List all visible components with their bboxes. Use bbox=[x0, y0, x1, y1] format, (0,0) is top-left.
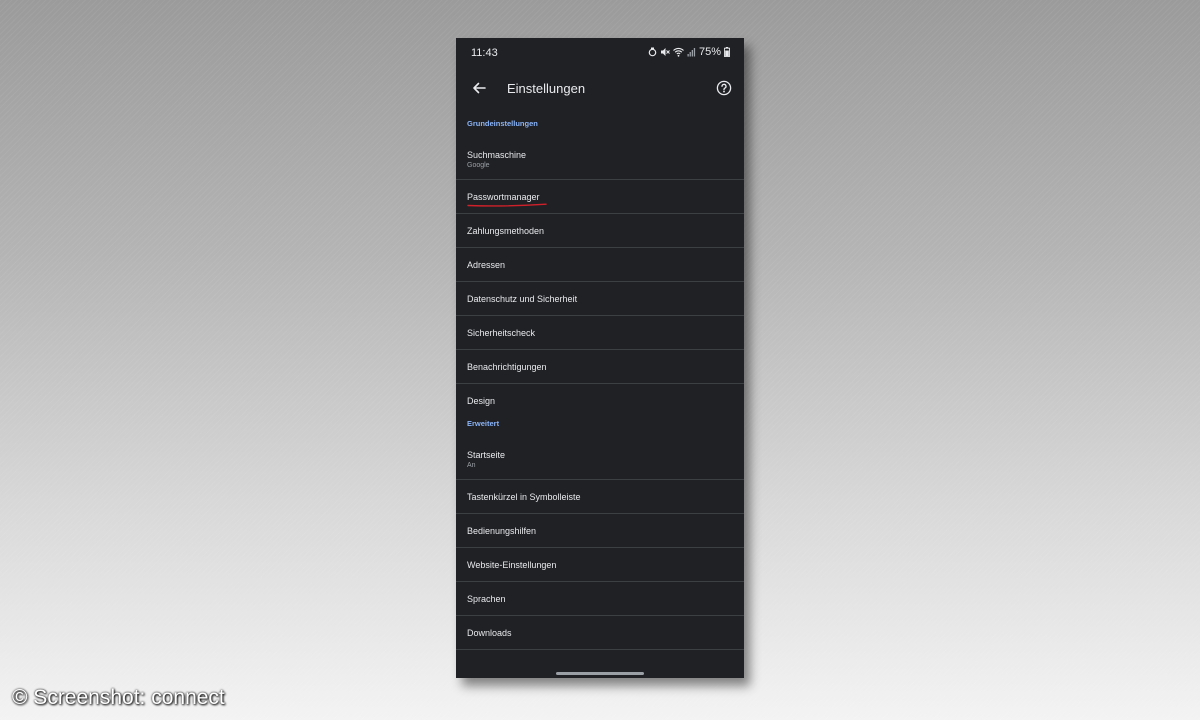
settings-item-benachrichtigungen[interactable]: Benachrichtigungen bbox=[456, 350, 744, 384]
phone-screen: 11:43 75% Einstellungen Grundeinstellung… bbox=[456, 38, 744, 678]
settings-item-label: Suchmaschine bbox=[467, 150, 527, 160]
signal-icon bbox=[687, 47, 696, 57]
settings-item-sicherheitscheck[interactable]: Sicherheitscheck bbox=[456, 316, 744, 350]
section-header-grundeinstellungen: Grundeinstellungen bbox=[467, 119, 538, 128]
settings-item-passwortmanager[interactable]: Passwortmanager bbox=[456, 180, 744, 214]
settings-item-bedienungshilfen[interactable]: Bedienungshilfen bbox=[456, 514, 744, 548]
status-bar: 11:43 75% bbox=[456, 38, 744, 68]
settings-item-sprachen[interactable]: Sprachen bbox=[456, 582, 744, 616]
settings-item-design[interactable]: Design bbox=[456, 384, 744, 418]
watermark: © Screenshot: connect bbox=[12, 686, 225, 709]
settings-item-label: Sicherheitscheck bbox=[467, 327, 536, 338]
page-title: Einstellungen bbox=[507, 81, 586, 96]
settings-item-value: Google bbox=[467, 162, 490, 169]
settings-item-datenschutz[interactable]: Datenschutz und Sicherheit bbox=[456, 282, 744, 316]
settings-item-label: Website-Einstellungen bbox=[467, 559, 557, 570]
settings-item-adressen[interactable]: Adressen bbox=[456, 248, 744, 282]
settings-item-label: Datenschutz und Sicherheit bbox=[467, 293, 578, 304]
alarm-icon bbox=[648, 47, 657, 57]
status-icons: 75% bbox=[648, 46, 730, 58]
section-header-erweitert: Erweitert bbox=[467, 419, 500, 428]
mute-icon bbox=[660, 47, 670, 57]
help-button[interactable] bbox=[712, 78, 736, 102]
settings-item-label: Tastenkürzel in Symbolleiste bbox=[467, 491, 581, 502]
settings-item-zahlungsmethoden[interactable]: Zahlungsmethoden bbox=[456, 214, 744, 248]
settings-item-tastenkuerzel[interactable]: Tastenkürzel in Symbolleiste bbox=[456, 480, 744, 514]
settings-item-downloads[interactable]: Downloads bbox=[456, 616, 744, 650]
settings-item-label: Startseite bbox=[467, 450, 506, 460]
settings-list: Grundeinstellungen Suchmaschine Google P… bbox=[456, 112, 744, 650]
app-bar: Einstellungen bbox=[456, 68, 744, 112]
settings-item-label: Benachrichtigungen bbox=[467, 361, 547, 372]
back-button[interactable] bbox=[466, 77, 492, 103]
settings-item-label: Adressen bbox=[467, 259, 506, 270]
battery-percent: 75% bbox=[698, 46, 721, 58]
settings-item-label: Passwortmanager bbox=[467, 191, 540, 202]
settings-item-label: Sprachen bbox=[467, 593, 506, 604]
settings-item-label: Bedienungshilfen bbox=[467, 525, 537, 536]
settings-item-startseite[interactable]: Startseite An bbox=[456, 440, 744, 480]
back-arrow-icon bbox=[472, 81, 486, 100]
settings-item-suchmaschine[interactable]: Suchmaschine Google bbox=[456, 140, 744, 180]
wifi-icon bbox=[673, 47, 684, 57]
red-underline-annotation bbox=[467, 203, 547, 207]
settings-item-label: Design bbox=[467, 396, 496, 406]
settings-item-website-einstellungen[interactable]: Website-Einstellungen bbox=[456, 548, 744, 582]
battery-icon bbox=[724, 47, 730, 57]
help-icon bbox=[716, 80, 732, 101]
settings-item-label: Downloads bbox=[467, 627, 512, 638]
status-time: 11:43 bbox=[471, 47, 498, 59]
settings-item-label: Zahlungsmethoden bbox=[467, 225, 545, 236]
settings-item-value: An bbox=[467, 462, 476, 469]
home-indicator[interactable] bbox=[556, 672, 644, 675]
